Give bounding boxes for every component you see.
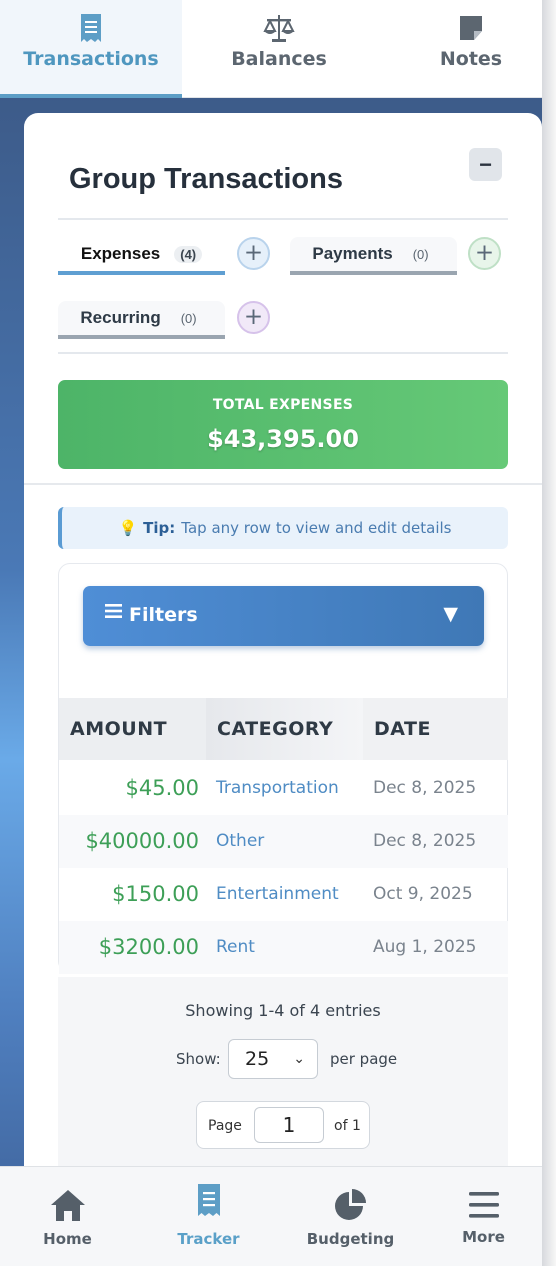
page-title: Group Transactions xyxy=(69,163,343,195)
transactions-card: − Group Transactions Expenses (4) + Paym… xyxy=(24,113,542,1213)
divider xyxy=(58,218,508,220)
page-number-input[interactable]: 1 xyxy=(254,1107,324,1143)
tab-notes-label: Notes xyxy=(439,48,503,70)
date-cell: Dec 8, 2025 xyxy=(373,831,477,851)
column-header-amount[interactable]: AMOUNT xyxy=(59,698,206,760)
per-page-select[interactable]: 25 ⌄ xyxy=(228,1039,318,1079)
filters-toggle-button[interactable]: Filters ▼ xyxy=(83,586,484,646)
subtab-expenses-count: (4) xyxy=(174,245,203,263)
subtab-recurring-count: (0) xyxy=(180,310,197,326)
date-cell: Dec 8, 2025 xyxy=(373,778,477,798)
amount-cell: $45.00 xyxy=(125,776,199,800)
table-row[interactable]: $40000.00 Other Dec 8, 2025 xyxy=(59,815,508,868)
tab-balances[interactable]: Balances xyxy=(188,0,370,98)
page-total-label: of 1 xyxy=(334,1118,361,1134)
subtab-expenses[interactable]: Expenses (4) xyxy=(58,237,225,275)
date-cell: Aug 1, 2025 xyxy=(373,937,477,957)
per-page-value: 25 xyxy=(245,1048,270,1070)
receipt-icon xyxy=(197,1184,220,1216)
table-row[interactable]: $150.00 Entertainment Oct 9, 2025 xyxy=(59,868,508,921)
page-navigator: Page 1 of 1 xyxy=(196,1101,370,1149)
tip-text: Tap any row to view and edit details xyxy=(181,519,452,537)
subtab-payments-count: (0) xyxy=(412,246,429,262)
amount-cell: $150.00 xyxy=(112,882,199,906)
amount-cell: $3200.00 xyxy=(98,935,199,959)
show-label: Show: xyxy=(176,1050,221,1068)
receipt-icon xyxy=(81,14,101,42)
add-payment-button[interactable]: + xyxy=(468,237,501,270)
per-page-label: per page xyxy=(330,1050,398,1068)
menu-icon xyxy=(468,1192,499,1218)
section-divider xyxy=(24,483,542,485)
tab-balances-label: Balances xyxy=(231,48,327,70)
subtab-recurring-label: Recurring xyxy=(80,308,161,327)
nav-budgeting-label: Budgeting xyxy=(306,1230,395,1248)
column-header-date[interactable]: DATE xyxy=(363,698,508,760)
tab-notes[interactable]: Notes xyxy=(380,0,556,98)
chevron-down-icon: ⌄ xyxy=(293,1051,305,1067)
filters-label: Filters xyxy=(129,604,198,626)
total-expenses-label: TOTAL EXPENSES xyxy=(212,397,354,413)
nav-budgeting[interactable]: Budgeting xyxy=(283,1167,418,1266)
nav-more-label: More xyxy=(462,1228,505,1246)
subtab-payments-label: Payments xyxy=(312,244,393,263)
nav-home-label: Home xyxy=(43,1230,92,1248)
transactions-table-panel: Filters ▼ AMOUNT CATEGORY DATE $45.00 Tr… xyxy=(58,563,508,974)
top-tab-bar: Transactions Balances Notes xyxy=(0,0,542,98)
lightbulb-icon: 💡 xyxy=(118,519,138,537)
nav-tracker-label: Tracker xyxy=(177,1230,240,1248)
tab-transactions[interactable]: Transactions xyxy=(0,0,182,98)
table-header: AMOUNT CATEGORY DATE xyxy=(59,698,508,760)
window-edge xyxy=(542,0,556,1266)
chevron-down-icon: ▼ xyxy=(443,603,458,625)
tip-banner: 💡 Tip: Tap any row to view and edit deta… xyxy=(58,507,508,549)
add-expense-button[interactable]: + xyxy=(237,237,270,270)
add-recurring-button[interactable]: + xyxy=(237,301,270,334)
tab-transactions-label: Transactions xyxy=(23,48,159,70)
scale-icon xyxy=(263,15,295,42)
subtab-payments[interactable]: Payments (0) xyxy=(290,237,457,275)
subtab-recurring[interactable]: Recurring (0) xyxy=(58,301,225,339)
date-cell: Oct 9, 2025 xyxy=(373,884,473,904)
tip-prefix: Tip: xyxy=(143,519,176,537)
nav-tracker[interactable]: Tracker xyxy=(141,1167,276,1266)
total-expenses-value: $43,395.00 xyxy=(207,425,359,453)
home-icon xyxy=(50,1190,85,1221)
note-icon xyxy=(460,16,482,40)
page-label: Page xyxy=(208,1118,242,1134)
entries-summary: Showing 1-4 of 4 entries xyxy=(185,1001,381,1020)
nav-home[interactable]: Home xyxy=(0,1167,135,1266)
menu-icon xyxy=(105,604,122,618)
column-header-category[interactable]: CATEGORY xyxy=(206,698,363,760)
amount-cell: $40000.00 xyxy=(85,829,199,853)
table-row[interactable]: $45.00 Transportation Dec 8, 2025 xyxy=(59,762,508,815)
subtab-expenses-label: Expenses xyxy=(80,244,161,263)
collapse-button[interactable]: − xyxy=(469,148,502,181)
category-cell: Other xyxy=(216,831,265,851)
category-cell: Transportation xyxy=(216,778,339,798)
category-cell: Rent xyxy=(216,937,255,957)
bottom-navigation: Home Tracker Budgeting More xyxy=(0,1166,542,1266)
divider xyxy=(58,352,508,354)
pie-chart-icon xyxy=(334,1189,366,1220)
category-cell: Entertainment xyxy=(216,884,339,904)
total-expenses-box: TOTAL EXPENSES $43,395.00 xyxy=(58,380,508,469)
nav-more[interactable]: More xyxy=(425,1167,542,1266)
table-row[interactable]: $3200.00 Rent Aug 1, 2025 xyxy=(59,921,508,974)
